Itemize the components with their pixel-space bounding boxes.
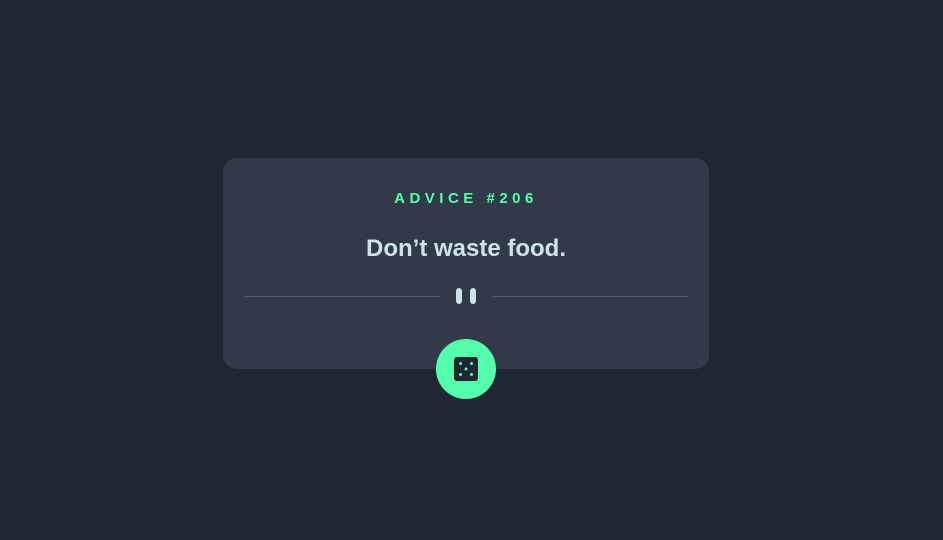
advice-card: ADVICE #206 Don’t waste food. bbox=[223, 158, 709, 369]
pause-icon bbox=[456, 288, 476, 304]
divider-line-left bbox=[244, 296, 440, 297]
advice-quote: Don’t waste food. bbox=[366, 235, 566, 262]
dice-icon bbox=[454, 357, 478, 381]
generate-advice-button[interactable] bbox=[436, 339, 496, 399]
pattern-divider bbox=[244, 288, 688, 304]
advice-id: ADVICE #206 bbox=[394, 190, 538, 207]
divider-line-right bbox=[492, 296, 688, 297]
